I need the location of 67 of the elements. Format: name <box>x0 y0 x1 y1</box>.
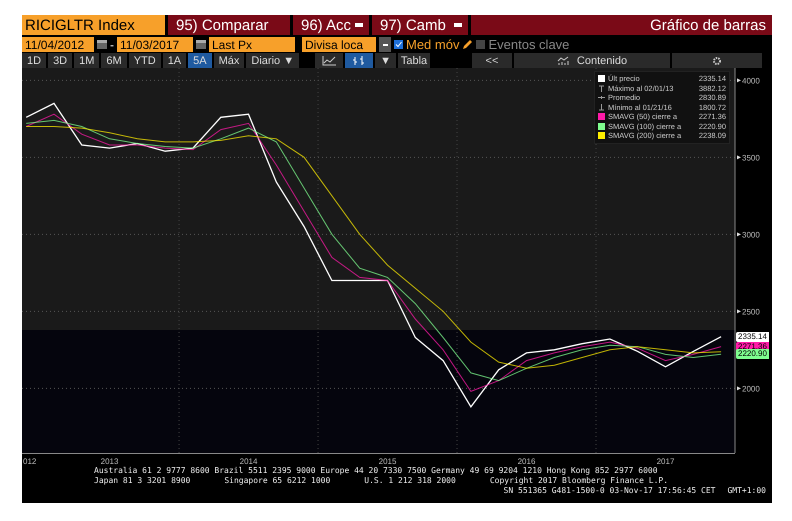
caret-icon <box>355 23 363 27</box>
security-field[interactable]: RICIGLTR Index <box>22 15 165 35</box>
field-selector[interactable]: Last Px <box>209 37 295 52</box>
footer-text: U.S. 1 212 318 2000 <box>364 476 456 486</box>
frequency-dropdown[interactable]: Diario ▼ <box>246 53 300 68</box>
contents-button[interactable]: Contenido <box>514 53 670 68</box>
high-marker-icon <box>598 84 605 92</box>
chart-title: Gráfico de barras <box>471 15 772 35</box>
chart-type-menu[interactable]: ▼ <box>375 53 396 68</box>
period-button[interactable]: 1A <box>162 53 186 68</box>
y-axis-label: 3000 <box>742 230 760 240</box>
period-button[interactable]: YTD <box>128 53 161 68</box>
option-label: Eventos clave <box>488 37 570 52</box>
footer-text: Australia 61 2 9777 8600 Brazil 5511 2395 9000 Europe 44 20 7330 7500 Germany 49 69 9204 1210 Hong Kong 852 2977 6000 <box>94 466 658 476</box>
footer-text: Copyright 2017 Bloomberg Finance L.P. <box>490 476 668 486</box>
footer-text: Singapore 65 6212 1000 <box>224 476 330 486</box>
action-button[interactable]: 96) Acc <box>293 15 369 35</box>
date-separator: - <box>110 38 114 52</box>
average-marker-icon <box>598 94 605 102</box>
calendar-icon[interactable] <box>196 40 206 49</box>
tick-arrow-icon <box>737 232 741 236</box>
footer-text: Japan 81 3 3201 8900 <box>94 476 190 486</box>
x-axis-label: 2015 <box>378 457 396 466</box>
collapse-button[interactable]: << <box>472 53 512 68</box>
end-date-field[interactable]: 11/03/2017 <box>117 37 193 52</box>
bar-chart-icon <box>352 56 366 66</box>
period-button[interactable]: 1M <box>74 53 100 68</box>
x-axis-label: 2017 <box>656 457 674 466</box>
period-button[interactable]: 6M <box>101 53 127 68</box>
x-axis-label: 012 <box>23 457 36 466</box>
chart-type-button[interactable] <box>345 53 374 68</box>
y-axis-label: 3500 <box>742 153 760 162</box>
chart-icon <box>556 56 569 65</box>
option-label: Med móv <box>406 37 460 52</box>
pencil-icon[interactable] <box>462 39 474 50</box>
line-chart-icon <box>322 56 336 66</box>
settings-icon <box>712 56 722 66</box>
period-button[interactable]: 1D <box>22 53 46 68</box>
checkbox[interactable] <box>394 40 403 49</box>
chart-type-button[interactable] <box>315 53 344 68</box>
tick-arrow-icon <box>737 386 741 390</box>
y-axis-label: 4000 <box>742 76 760 86</box>
price-tag: 2220.90 <box>736 349 769 360</box>
start-date-field[interactable]: 11/04/2012 <box>22 37 94 52</box>
period-button[interactable]: 3D <box>48 53 72 68</box>
action-button[interactable]: 95) Comparar <box>168 15 290 35</box>
price-tag: 2335.14 <box>736 332 769 342</box>
y-axis-label: 2500 <box>742 307 760 316</box>
checkbox[interactable] <box>476 40 486 49</box>
action-button[interactable]: 97) Camb <box>372 15 468 35</box>
dropdown-button[interactable] <box>379 37 391 52</box>
tick-arrow-icon <box>737 309 741 314</box>
x-axis-label: 2013 <box>100 457 118 466</box>
tick-arrow-icon <box>737 78 741 82</box>
tick-arrow-icon <box>737 155 741 160</box>
x-axis-label: 2014 <box>240 457 258 466</box>
currency-dropdown[interactable]: Divisa loca <box>302 37 376 52</box>
footer-text: SN 551365 G481-1500-0 03-Nov-17 17:56:45 CET <box>504 486 716 496</box>
footer-text: GMT+1:00 <box>727 486 766 496</box>
caret-icon <box>454 23 462 27</box>
period-button[interactable]: 5A <box>188 53 212 68</box>
x-axis-label: 2016 <box>518 457 536 466</box>
period-button[interactable]: Máx <box>214 53 244 68</box>
y-axis-label: 2000 <box>742 384 760 394</box>
table-button[interactable]: Tabla <box>398 53 430 68</box>
calendar-icon[interactable] <box>97 40 107 49</box>
low-marker-icon <box>598 104 605 111</box>
